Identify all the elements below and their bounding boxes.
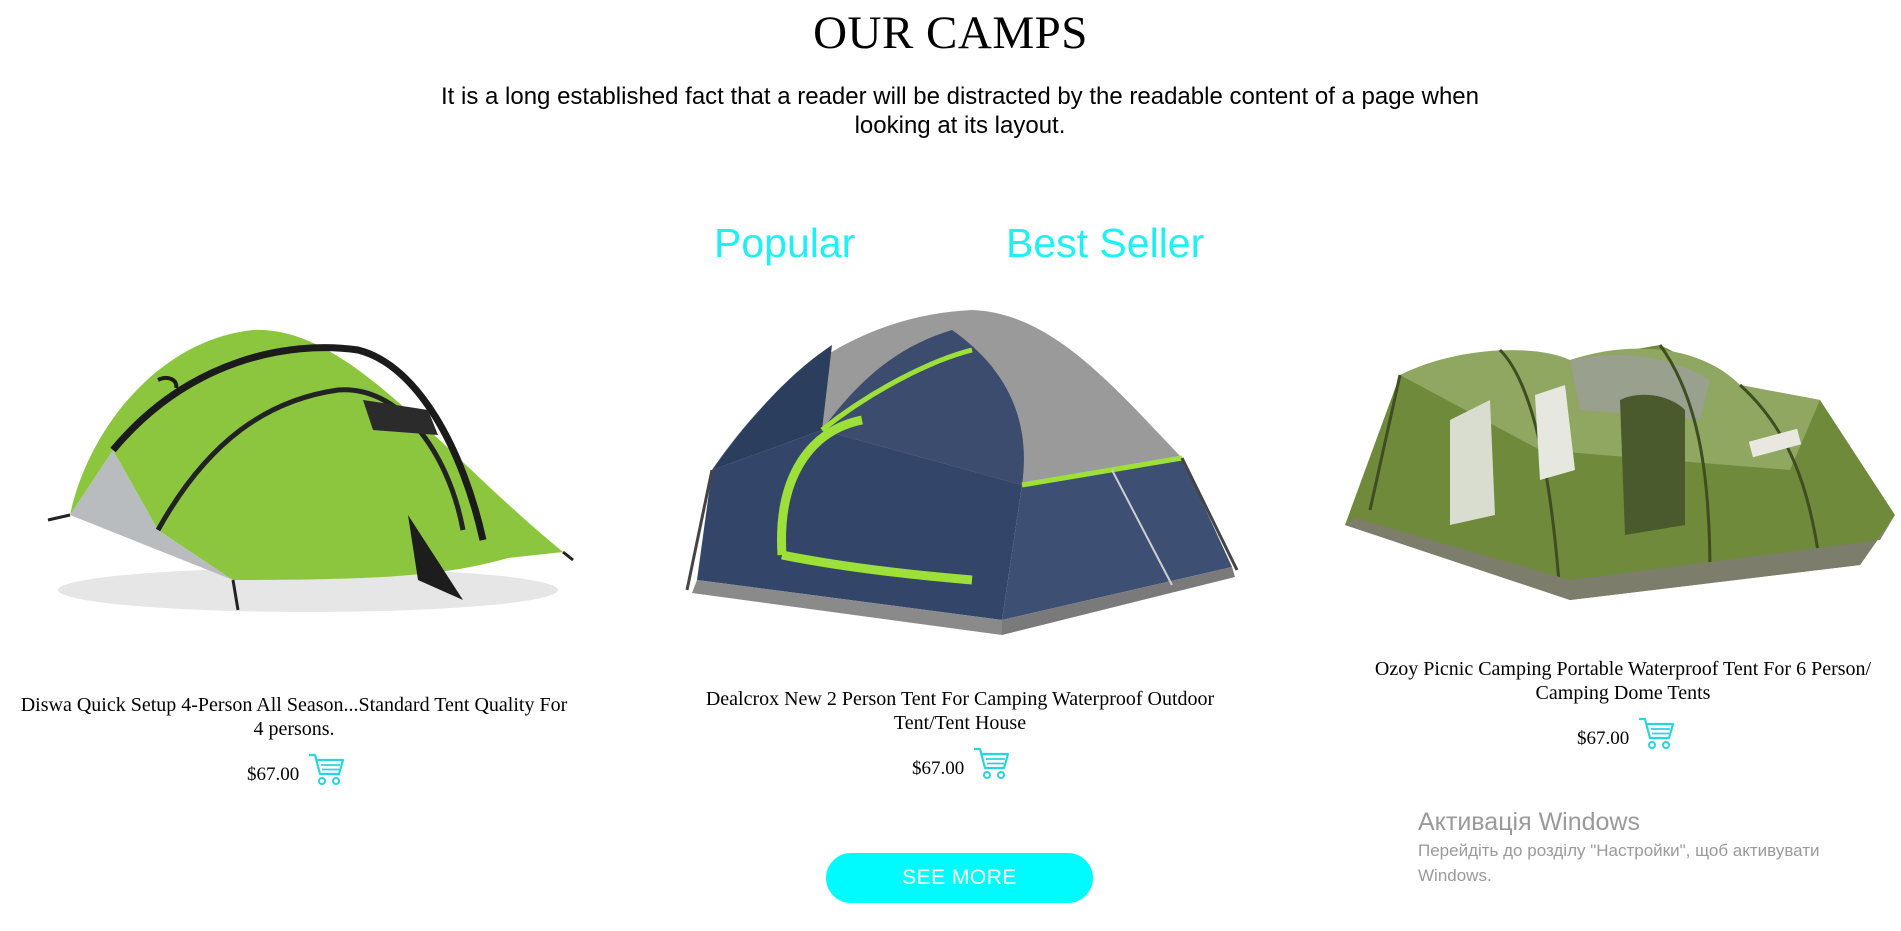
shopping-cart-icon[interactable]	[1637, 716, 1675, 750]
page-title: OUR CAMPS	[813, 7, 1088, 59]
olive-tunnel-tent-image[interactable]	[1340, 340, 1900, 605]
shopping-cart-icon[interactable]	[972, 746, 1010, 780]
price-row: $67.00	[1577, 716, 1675, 750]
product-title[interactable]: Diswa Quick Setup 4-Person All Season...…	[14, 693, 574, 741]
windows-activation-watermark: Активація Windows Перейдіть до розділу "…	[1418, 806, 1888, 888]
price-row: $67.00	[247, 752, 345, 786]
green-dome-tent-image[interactable]	[8, 300, 580, 630]
watermark-title: Активація Windows	[1418, 808, 1640, 836]
watermark-text: Перейдіть до розділу "Настройки", щоб ак…	[1418, 841, 1820, 885]
product-price: $67.00	[912, 758, 965, 779]
popular-tag: Popular	[714, 220, 856, 266]
section-intro: It is a long established fact that a rea…	[441, 83, 1479, 139]
best-seller-tag: Best Seller	[1006, 220, 1205, 266]
shopping-cart-icon[interactable]	[307, 752, 345, 786]
product-price: $67.00	[1577, 728, 1630, 749]
navy-grey-dome-tent-image[interactable]	[672, 305, 1242, 640]
product-title[interactable]: Dealcrox New 2 Person Tent For Camping W…	[680, 687, 1240, 735]
see-more-button[interactable]: SEE MORE	[826, 853, 1093, 903]
product-title[interactable]: Ozoy Picnic Camping Portable Waterproof …	[1343, 657, 1901, 705]
product-price: $67.00	[247, 764, 300, 785]
price-row: $67.00	[912, 746, 1010, 780]
